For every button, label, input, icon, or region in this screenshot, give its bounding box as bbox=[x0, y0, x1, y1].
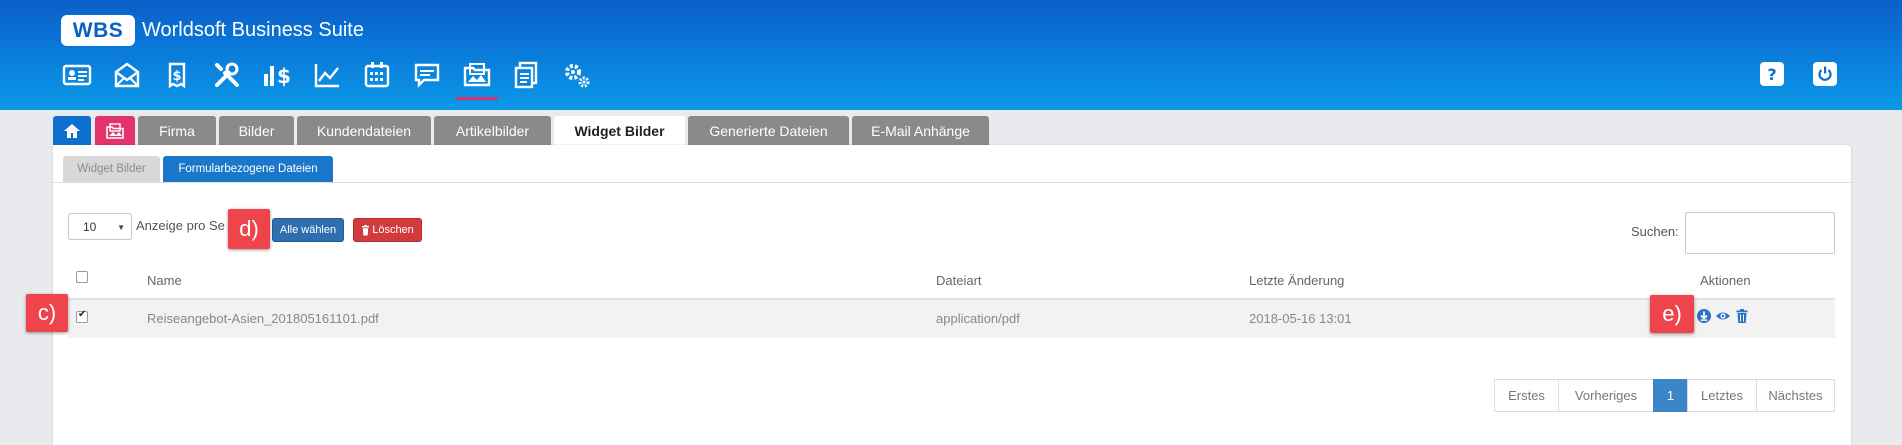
tab-email-anhaenge[interactable]: E-Mail Anhänge bbox=[852, 116, 989, 145]
contact-card-icon[interactable] bbox=[60, 58, 94, 92]
chevron-down-icon: ▼ bbox=[117, 223, 125, 232]
pagination-next[interactable]: Nächstes bbox=[1756, 379, 1835, 412]
chat-icon[interactable] bbox=[410, 58, 444, 92]
pagination-last[interactable]: Letztes bbox=[1687, 379, 1757, 412]
folder-images-icon bbox=[106, 122, 124, 139]
dollar-chart-icon[interactable]: $ bbox=[260, 58, 294, 92]
content-panel: Widget Bilder Formularbezogene Dateien 1… bbox=[53, 145, 1851, 445]
tab-media[interactable] bbox=[95, 116, 135, 145]
svg-text:$: $ bbox=[277, 64, 291, 88]
invoice-dollar-icon[interactable]: $ bbox=[160, 58, 194, 92]
per-page-select[interactable]: 10 ▼ bbox=[68, 213, 132, 240]
row-file-name: Reiseangebot-Asien_201805161101.pdf bbox=[147, 311, 379, 326]
pagination-page-1[interactable]: 1 bbox=[1653, 379, 1688, 412]
subtab-formularbezogene-dateien[interactable]: Formularbezogene Dateien bbox=[163, 156, 333, 182]
column-header-type[interactable]: Dateiart bbox=[936, 273, 982, 288]
app-logo[interactable]: WBS bbox=[61, 15, 135, 46]
mail-bulk-icon[interactable] bbox=[110, 58, 144, 92]
select-all-button[interactable]: Alle wählen bbox=[272, 218, 344, 242]
tab-bilder[interactable]: Bilder bbox=[219, 116, 294, 145]
svg-text:$: $ bbox=[172, 69, 181, 84]
subtab-divider bbox=[53, 182, 1851, 183]
per-page-value: 10 bbox=[83, 219, 97, 234]
tools-icon[interactable] bbox=[210, 58, 244, 92]
trash-icon[interactable] bbox=[1734, 308, 1750, 324]
select-all-checkbox[interactable] bbox=[76, 271, 88, 283]
tab-widget-bilder[interactable]: Widget Bilder bbox=[554, 116, 685, 146]
power-icon[interactable] bbox=[1813, 62, 1837, 86]
download-icon[interactable] bbox=[1696, 308, 1712, 324]
callout-e: e) bbox=[1650, 295, 1694, 333]
tab-home[interactable] bbox=[53, 116, 91, 145]
row-modified-date: 2018-05-16 13:01 bbox=[1249, 311, 1352, 326]
documents-icon[interactable] bbox=[510, 58, 544, 92]
column-header-actions: Aktionen bbox=[1700, 273, 1751, 288]
row-checkbox[interactable] bbox=[76, 309, 88, 323]
per-page-label: Anzeige pro Se bbox=[136, 218, 225, 233]
trash-icon bbox=[362, 224, 370, 235]
line-chart-icon[interactable] bbox=[310, 58, 344, 92]
gears-icon[interactable] bbox=[560, 58, 594, 92]
home-icon bbox=[64, 123, 80, 138]
view-icon[interactable] bbox=[1715, 308, 1731, 324]
app-title: Worldsoft Business Suite bbox=[142, 19, 364, 41]
search-input[interactable] bbox=[1685, 212, 1835, 254]
delete-button-label: Löschen bbox=[372, 224, 414, 236]
folder-images-icon[interactable] bbox=[456, 58, 498, 100]
tab-firma[interactable]: Firma bbox=[138, 116, 216, 145]
pagination-first[interactable]: Erstes bbox=[1494, 379, 1559, 412]
callout-d: d) bbox=[228, 209, 270, 249]
subtab-widget-bilder[interactable]: Widget Bilder bbox=[63, 156, 160, 182]
help-icon[interactable]: ? bbox=[1760, 62, 1784, 86]
column-header-name[interactable]: Name bbox=[147, 273, 182, 288]
callout-c: c) bbox=[26, 294, 68, 332]
search-label: Suchen: bbox=[1631, 224, 1679, 239]
row-file-type: application/pdf bbox=[936, 311, 1020, 326]
app-header: WBS Worldsoft Business Suite $ $ ? bbox=[0, 0, 1902, 110]
delete-button[interactable]: Löschen bbox=[353, 218, 422, 242]
column-header-modified[interactable]: Letzte Änderung bbox=[1249, 273, 1344, 288]
svg-text:?: ? bbox=[1767, 65, 1776, 83]
pagination-previous[interactable]: Vorheriges bbox=[1558, 379, 1654, 412]
tab-generierte-dateien[interactable]: Generierte Dateien bbox=[688, 116, 849, 145]
tab-artikelbilder[interactable]: Artikelbilder bbox=[434, 116, 551, 145]
calendar-icon[interactable] bbox=[360, 58, 394, 92]
tab-kundendateien[interactable]: Kundendateien bbox=[297, 116, 431, 145]
